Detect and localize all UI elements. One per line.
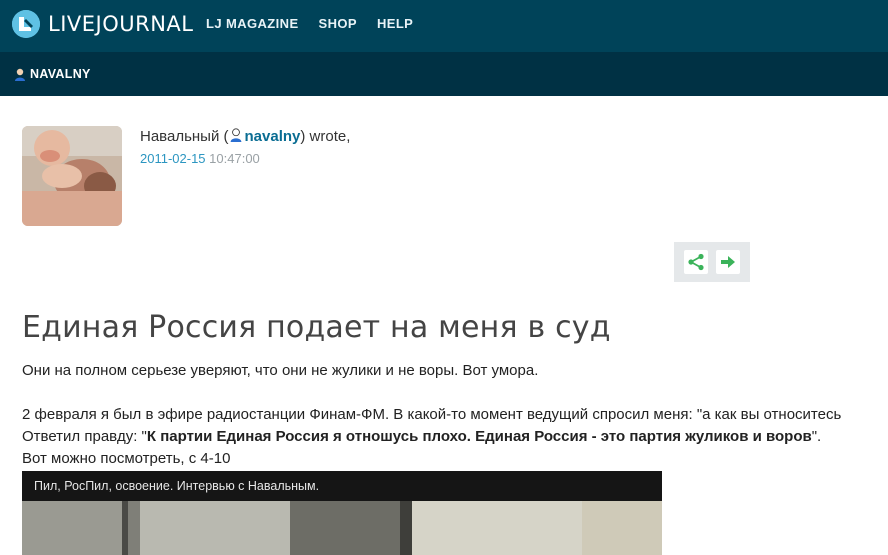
journal-user-link[interactable]: NAVALNY [14,52,91,96]
share-icon [688,253,704,271]
post-date[interactable]: 2011-02-15 [140,151,206,166]
video-title[interactable]: Пил, РосПил, освоение. Интервью с Наваль… [22,471,662,501]
nav-lj-magazine[interactable]: LJ MAGAZINE [206,16,299,31]
journal-bar: NAVALNY [0,52,888,96]
post-paragraph-1: Они на полном серьезе уверяют, что они н… [22,362,539,379]
site-header: LIVEJOURNAL LJ MAGAZINE SHOP HELP [0,0,888,52]
author-prefix: Навальный ( [140,128,229,145]
author-username-link[interactable]: navalny [245,128,301,145]
post-paragraph-3: Ответил правду: "К партии Единая Россия … [22,428,821,445]
post-title: Единая Россия подает на меня в суд [22,310,611,345]
share-controls [674,242,750,282]
main-nav: LJ MAGAZINE SHOP HELP [206,0,433,46]
post-byline: Навальный ( navalny) wrote, [140,128,350,145]
livejournal-logo[interactable]: LIVEJOURNAL [12,9,194,39]
logo-text: LIVEJOURNAL [48,12,194,36]
post-time: 10:47:00 [209,151,260,166]
pencil-logo-icon [12,10,40,38]
arrow-right-icon [721,256,735,268]
quote-bold-text: К партии Единая Россия я отношусь плохо.… [146,428,812,445]
journal-username: NAVALNY [30,67,91,81]
quote-open: Ответил правду: " [22,428,147,445]
share-button[interactable] [684,250,708,274]
embedded-video[interactable]: Пил, РосПил, освоение. Интервью с Наваль… [22,471,662,555]
author-avatar[interactable] [22,126,122,226]
nav-shop[interactable]: SHOP [319,16,357,31]
user-head-icon [230,128,241,142]
nav-help[interactable]: HELP [377,16,413,31]
author-suffix: ) wrote, [300,128,351,145]
quote-close: ". [811,428,822,445]
user-head-icon [15,68,25,81]
forward-button[interactable] [716,250,740,274]
post-datetime: 2011-02-15 10:47:00 [140,151,260,166]
video-frame [22,501,662,555]
post-paragraph-4: Вот можно посмотреть, с 4-10 [22,450,231,467]
post-paragraph-2: 2 февраля я был в эфире радиостанции Фин… [22,406,842,423]
